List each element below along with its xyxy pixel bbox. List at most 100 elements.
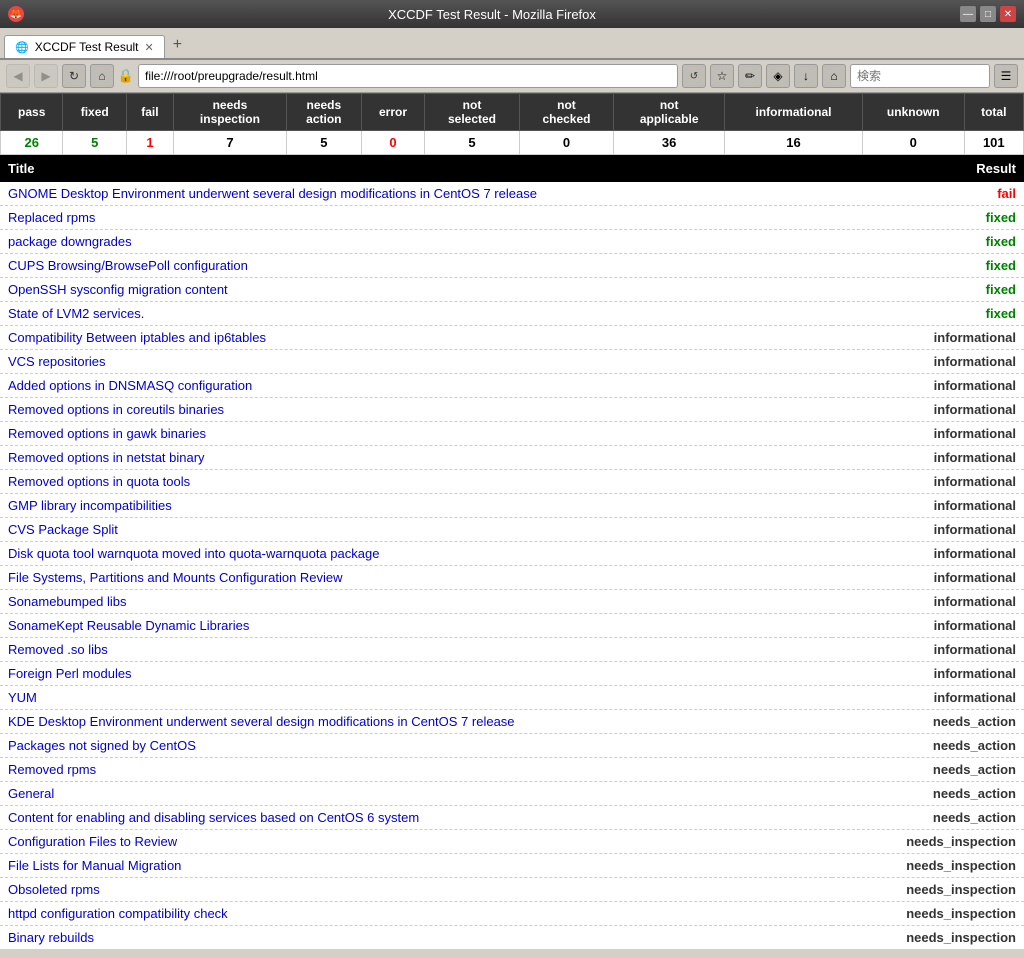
row-result: informational xyxy=(832,686,1024,710)
row-title-link[interactable]: Disk quota tool warnquota moved into quo… xyxy=(8,546,379,561)
table-row: Foreign Perl modulesinformational xyxy=(0,662,1024,686)
row-result: informational xyxy=(832,590,1024,614)
row-title-link[interactable]: httpd configuration compatibility check xyxy=(8,906,228,921)
row-title-link[interactable]: package downgrades xyxy=(8,234,132,249)
row-title-link[interactable]: Removed options in quota tools xyxy=(8,474,190,489)
row-title: Sonamebumped libs xyxy=(0,590,832,614)
row-title-link[interactable]: SonameKept Reusable Dynamic Libraries xyxy=(8,618,249,633)
row-title-link[interactable]: Content for enabling and disabling servi… xyxy=(8,810,419,825)
refresh-button[interactable]: ↺ xyxy=(682,64,706,88)
active-tab[interactable]: 🌐 XCCDF Test Result ✕ xyxy=(4,35,165,58)
row-title-link[interactable]: General xyxy=(8,786,54,801)
download-icon[interactable]: ↓ xyxy=(794,64,818,88)
url-bar[interactable] xyxy=(138,64,678,88)
row-title-link[interactable]: Binary rebuilds xyxy=(8,930,94,945)
row-result: needs_inspection xyxy=(832,926,1024,950)
row-title-link[interactable]: Configuration Files to Review xyxy=(8,834,177,849)
pocket-icon[interactable]: ◈ xyxy=(766,64,790,88)
row-title-link[interactable]: Obsoleted rpms xyxy=(8,882,100,897)
row-title-link[interactable]: File Systems, Partitions and Mounts Conf… xyxy=(8,570,343,585)
row-title: State of LVM2 services. xyxy=(0,302,832,326)
row-title-link[interactable]: File Lists for Manual Migration xyxy=(8,858,181,873)
maximize-button[interactable]: □ xyxy=(980,6,996,22)
table-row: Obsoleted rpmsneeds_inspection xyxy=(0,878,1024,902)
close-button[interactable]: ✕ xyxy=(1000,6,1016,22)
lock-icon: 🔒 xyxy=(118,68,134,84)
row-title: Removed options in netstat binary xyxy=(0,446,832,470)
stat-fixed-value: 5 xyxy=(63,131,126,155)
row-title-link[interactable]: Foreign Perl modules xyxy=(8,666,132,681)
row-title-link[interactable]: VCS repositories xyxy=(8,354,106,369)
table-row: Removed options in coreutils binaries inf… xyxy=(0,398,1024,422)
window-controls[interactable]: — □ ✕ xyxy=(960,6,1016,22)
table-row: KDE Desktop Environment underwent severa… xyxy=(0,710,1024,734)
row-title-link[interactable]: Packages not signed by CentOS xyxy=(8,738,196,753)
row-result: needs_action xyxy=(832,710,1024,734)
home-nav-icon[interactable]: ⌂ xyxy=(822,64,846,88)
row-result: informational xyxy=(832,542,1024,566)
row-title-link[interactable]: CVS Package Split xyxy=(8,522,118,537)
table-row: SonameKept Reusable Dynamic Librariesinf… xyxy=(0,614,1024,638)
tab-close-button[interactable]: ✕ xyxy=(145,41,154,54)
row-title: Removed rpms xyxy=(0,758,832,782)
firefox-icon: 🦊 xyxy=(8,6,24,22)
row-result: informational xyxy=(832,518,1024,542)
table-row: YUM informational xyxy=(0,686,1024,710)
table-row: File Lists for Manual Migration needs_ins… xyxy=(0,854,1024,878)
row-title-link[interactable]: Added options in DNSMASQ configuration xyxy=(8,378,252,393)
row-result: needs_action xyxy=(832,806,1024,830)
new-tab-button[interactable]: + xyxy=(165,32,190,58)
stat-needs-action-header: needsaction xyxy=(286,94,361,131)
table-row: OpenSSH sysconfig migration contentfixed xyxy=(0,278,1024,302)
table-row: Configuration Files to Reviewneeds_inspe… xyxy=(0,830,1024,854)
row-title-link[interactable]: Removed rpms xyxy=(8,762,96,777)
bookmark-star-icon[interactable]: ☆ xyxy=(710,64,734,88)
table-row: GNOME Desktop Environment underwent seve… xyxy=(0,182,1024,206)
row-title-link[interactable]: CUPS Browsing/BrowsePoll configuration xyxy=(8,258,248,273)
back-button[interactable]: ◀ xyxy=(6,64,30,88)
home-button[interactable]: ⌂ xyxy=(90,64,114,88)
stat-fail-header: fail xyxy=(126,94,173,131)
minimize-button[interactable]: — xyxy=(960,6,976,22)
forward-button[interactable]: ▶ xyxy=(34,64,58,88)
row-title-link[interactable]: Sonamebumped libs xyxy=(8,594,127,609)
row-result: needs_inspection xyxy=(832,854,1024,878)
row-title-link[interactable]: Removed options in netstat binary xyxy=(8,450,205,465)
row-result: needs_action xyxy=(832,782,1024,806)
row-result: informational xyxy=(832,326,1024,350)
row-result: fail xyxy=(832,182,1024,206)
row-title-link[interactable]: Removed options in gawk binaries xyxy=(8,426,206,441)
tab-icon: 🌐 xyxy=(15,41,29,54)
table-row: httpd configuration compatibility checkn… xyxy=(0,902,1024,926)
results-table: Title Result GNOME Desktop Environment u… xyxy=(0,155,1024,949)
stat-not-selected-value: 5 xyxy=(425,131,519,155)
table-row: Sonamebumped libs informational xyxy=(0,590,1024,614)
reload-button[interactable]: ↻ xyxy=(62,64,86,88)
row-title: Configuration Files to Review xyxy=(0,830,832,854)
row-title-link[interactable]: OpenSSH sysconfig migration content xyxy=(8,282,228,297)
row-result: fixed xyxy=(832,206,1024,230)
row-title-link[interactable]: Removed options in coreutils binaries xyxy=(8,402,224,417)
row-title-link[interactable]: Removed .so libs xyxy=(8,642,108,657)
row-title-link[interactable]: GMP library incompatibilities xyxy=(8,498,172,513)
stat-not-checked-value: 0 xyxy=(519,131,613,155)
stat-not-checked-header: notchecked xyxy=(519,94,613,131)
row-title-link[interactable]: State of LVM2 services. xyxy=(8,306,144,321)
row-title-link[interactable]: GNOME Desktop Environment underwent seve… xyxy=(8,186,537,201)
edit-bookmark-icon[interactable]: ✏ xyxy=(738,64,762,88)
row-title: httpd configuration compatibility check xyxy=(0,902,832,926)
search-input[interactable] xyxy=(850,64,990,88)
row-title-link[interactable]: YUM xyxy=(8,690,37,705)
row-title: Binary rebuilds xyxy=(0,926,832,950)
page-content: pass fixed fail needsinspection needsact… xyxy=(0,93,1024,949)
row-title-link[interactable]: KDE Desktop Environment underwent severa… xyxy=(8,714,515,729)
row-title-link[interactable]: Compatibility Between iptables and ip6ta… xyxy=(8,330,266,345)
row-result: informational xyxy=(832,494,1024,518)
menu-icon[interactable]: ☰ xyxy=(994,64,1018,88)
table-row: Removed options in netstat binaryinforma… xyxy=(0,446,1024,470)
stat-total-header: total xyxy=(964,94,1023,131)
row-title-link[interactable]: Replaced rpms xyxy=(8,210,95,225)
table-row: Disk quota tool warnquota moved into quo… xyxy=(0,542,1024,566)
row-result: informational xyxy=(832,398,1024,422)
row-title: VCS repositories xyxy=(0,350,832,374)
